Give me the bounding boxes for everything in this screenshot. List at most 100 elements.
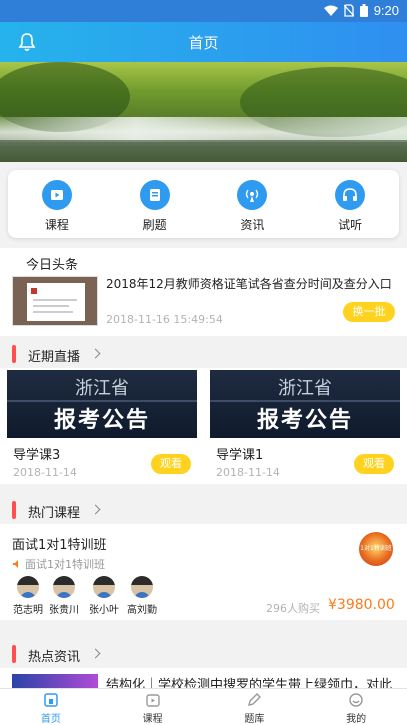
banner-waterfall	[0, 117, 407, 142]
thumbnail-line	[33, 299, 77, 301]
quick-nav-courses[interactable]: 课程	[8, 170, 106, 238]
avatar-shirt	[134, 592, 150, 598]
avatar-hair	[53, 576, 75, 585]
live-thumbnail: 浙江省 报考公告	[210, 370, 400, 438]
thumbnail-sheet	[27, 283, 85, 321]
tab-question-bank[interactable]: 题库	[204, 689, 306, 725]
headlines-heading: 今日头条	[26, 258, 79, 273]
tab-label: 题库	[244, 714, 265, 725]
live-card[interactable]: 浙江省 报考公告 导学课3 2018-11-14 观看	[7, 370, 197, 482]
avatar-hair	[17, 576, 39, 585]
section-marker	[12, 501, 16, 519]
tab-home[interactable]: 首页	[0, 689, 102, 725]
page-title: 首页	[188, 34, 219, 52]
headline-time: 2018-11-16 15:49:54	[106, 313, 223, 326]
thumbnail-line2: 报考公告	[53, 407, 150, 433]
buy-count: 296人购买	[266, 602, 320, 615]
info-section-header[interactable]: 热点资讯	[0, 640, 407, 668]
live-date: 2018-11-14	[13, 466, 77, 479]
quick-nav-practice[interactable]: 刷题	[106, 170, 204, 238]
course-price: ¥3980.00	[328, 597, 395, 613]
avatar	[53, 576, 75, 598]
quick-nav-card: 课程 刷题 资讯 试听	[8, 170, 399, 238]
tab-profile[interactable]: 我的	[305, 689, 407, 725]
quick-nav-news[interactable]: 资讯	[204, 170, 302, 238]
thumbnail-line1: 浙江省	[75, 378, 129, 399]
avatar-shirt	[96, 592, 112, 598]
banner-rocks	[0, 140, 407, 162]
section-marker	[12, 645, 16, 663]
quick-nav-label: 课程	[44, 218, 69, 232]
live-list: 浙江省 报考公告 导学课3 2018-11-14 观看 浙江省 报考公告 导学课…	[0, 368, 407, 484]
course-subtitle: 面试1对1特训班	[12, 556, 105, 572]
quick-nav-label: 资讯	[240, 218, 265, 232]
chevron-right-icon	[90, 348, 101, 359]
teacher[interactable]: 张小叶	[84, 576, 124, 616]
section-title: 热点资讯	[28, 650, 81, 665]
info-title: 结构化｜学校检测中搜罗的学生带上绿领巾，对此	[106, 678, 393, 688]
thumbnail-line	[33, 311, 73, 313]
teacher[interactable]: 高刘勤	[122, 576, 162, 616]
refresh-button[interactable]: 换一批	[343, 302, 395, 322]
thumbnail-line	[33, 305, 69, 307]
teacher[interactable]: 范志明	[8, 576, 48, 616]
live-thumbnail: 浙江省 报考公告	[7, 370, 197, 438]
live-card[interactable]: 浙江省 报考公告 导学课1 2018-11-14 观看	[210, 370, 400, 482]
status-time: 9:20	[373, 3, 399, 18]
avatar-shirt	[20, 592, 36, 598]
headline-title[interactable]: 2018年12月教师资格证笔试各省查分时间及查分入口	[106, 276, 398, 292]
wifi-icon	[323, 5, 338, 16]
info-thumbnail	[12, 674, 98, 688]
watch-button[interactable]: 观看	[151, 454, 191, 474]
section-marker	[12, 345, 16, 363]
avatar-hair	[93, 576, 115, 585]
teacher-name: 范志明	[13, 605, 43, 616]
live-name: 导学课1	[216, 448, 264, 463]
avatar	[93, 576, 115, 598]
headphones-icon	[335, 180, 366, 210]
chevron-right-icon	[90, 648, 101, 659]
live-date: 2018-11-14	[216, 466, 280, 479]
teacher-name: 张小叶	[89, 605, 119, 616]
courses-section-header[interactable]: 热门课程	[0, 496, 407, 524]
avatar	[131, 576, 153, 598]
thumbnail-logo	[31, 288, 37, 294]
pencil-icon	[248, 693, 262, 706]
no-sim-icon	[343, 4, 354, 17]
banner-image[interactable]	[0, 62, 407, 162]
profile-icon	[349, 693, 363, 707]
avatar-shirt	[56, 592, 72, 598]
section-title: 热门课程	[28, 506, 81, 521]
avatar	[17, 576, 39, 598]
teacher-name: 张贵川	[49, 605, 79, 616]
info-item[interactable]: 结构化｜学校检测中搜罗的学生带上绿领巾，对此	[0, 668, 407, 688]
course-card[interactable]: 面试1对1特训班 面试1对1特训班 1对1特训班 范志明 张贵川 张小叶 高刘勤…	[0, 524, 407, 620]
course-badge: 1对1特训班	[359, 532, 393, 566]
quick-nav-audition[interactable]: 试听	[301, 170, 399, 238]
battery-icon	[359, 4, 368, 17]
app-header: 首页	[0, 22, 407, 62]
live-name: 导学课3	[13, 448, 61, 463]
teacher[interactable]: 张贵川	[44, 576, 84, 616]
course-title: 面试1对1特训班	[12, 538, 107, 553]
tab-courses[interactable]: 课程	[102, 689, 204, 725]
tab-label: 课程	[142, 714, 163, 725]
teacher-name: 高刘勤	[127, 605, 157, 616]
quick-nav-label: 试听	[338, 218, 363, 232]
status-bar: 9:20	[0, 0, 407, 22]
headline-thumbnail[interactable]	[12, 276, 98, 326]
avatar-hair	[131, 576, 153, 585]
broadcast-icon	[237, 180, 268, 210]
bottom-tab-bar: 首页 课程 题库 我的	[0, 688, 407, 725]
chevron-right-icon	[90, 504, 101, 515]
watch-button[interactable]: 观看	[354, 454, 394, 474]
headlines-section: 今日头条 2018年12月教师资格证笔试各省查分时间及查分入口 2018-11-…	[0, 248, 407, 336]
home-icon	[44, 693, 58, 707]
tab-label: 我的	[346, 714, 367, 725]
play-video-icon	[41, 180, 72, 210]
thumbnail-line2: 报考公告	[256, 407, 353, 433]
thumbnail-line1: 浙江省	[278, 378, 332, 399]
course-subtitle-text: 面试1对1特训班	[25, 558, 105, 571]
speaker-icon	[13, 560, 18, 568]
live-section-header[interactable]: 近期直播	[0, 340, 407, 368]
